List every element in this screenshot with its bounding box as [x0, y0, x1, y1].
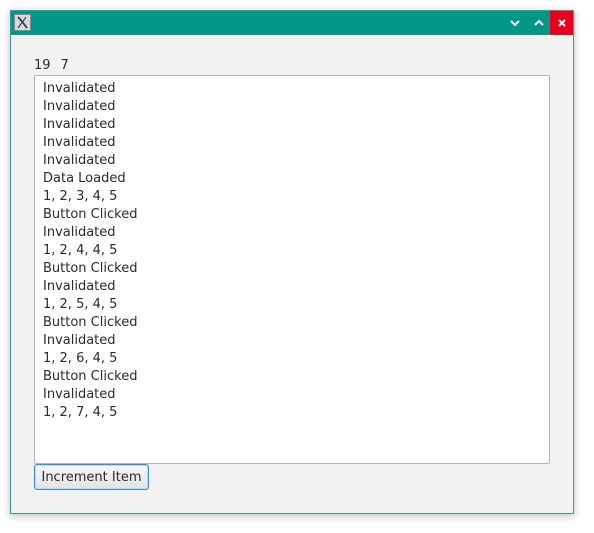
app-window: 19 7 Invalidated Invalidated Invalidated In… — [10, 10, 574, 514]
log-line: Invalidated — [43, 225, 116, 240]
log-line: Invalidated — [43, 81, 116, 96]
chevron-up-icon — [534, 19, 544, 26]
log-text-area[interactable]: Invalidated Invalidated Invalidated Invalid… — [34, 75, 550, 464]
log-line: Invalidated — [43, 153, 116, 168]
log-line: Button Clicked — [43, 369, 138, 384]
title-bar[interactable] — [11, 11, 573, 35]
maximize-button[interactable] — [527, 11, 551, 35]
log-line: 1, 2, 7, 4, 5 — [43, 405, 118, 420]
log-line: 1, 2, 4, 4, 5 — [43, 243, 118, 258]
close-button[interactable] — [550, 11, 573, 35]
log-line: Button Clicked — [43, 207, 138, 222]
chevron-down-icon — [510, 20, 520, 27]
log-line: Button Clicked — [43, 315, 138, 330]
log-line: Data Loaded — [43, 171, 126, 186]
log-line: Invalidated — [43, 279, 116, 294]
counters-row: 19 7 — [34, 59, 69, 73]
content-area: 19 7 Invalidated Invalidated Invalidated In… — [11, 35, 573, 513]
increment-item-button[interactable]: Increment Item — [34, 464, 149, 490]
counter-value-second: 7 — [60, 58, 69, 73]
log-line: Button Clicked — [43, 261, 138, 276]
log-line: Invalidated — [43, 99, 116, 114]
counter-value-first: 19 — [34, 58, 51, 73]
log-line: Invalidated — [43, 387, 116, 402]
log-line: 1, 2, 5, 4, 5 — [43, 297, 118, 312]
minimize-button[interactable] — [503, 11, 527, 35]
log-line: Invalidated — [43, 117, 116, 132]
log-line: 1, 2, 3, 4, 5 — [43, 189, 118, 204]
log-line: Invalidated — [43, 333, 116, 348]
log-line: 1, 2, 6, 4, 5 — [43, 351, 118, 366]
x-app-icon — [14, 14, 31, 31]
close-icon — [557, 19, 566, 27]
log-line: Invalidated — [43, 135, 116, 150]
